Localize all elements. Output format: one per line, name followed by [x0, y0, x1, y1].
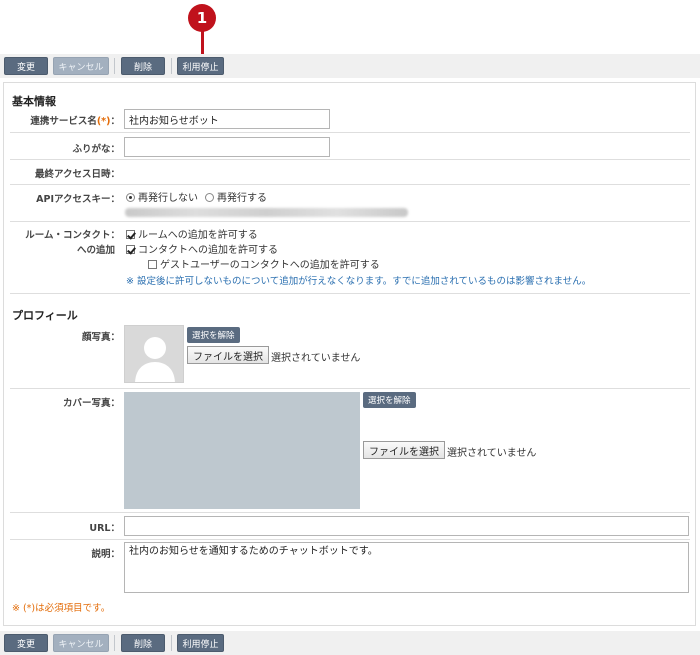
allow-room-label: ルームへの追加を許可する — [138, 230, 258, 241]
toolbar-divider — [114, 58, 115, 74]
divider — [10, 184, 690, 185]
checkbox-checked[interactable] — [126, 230, 135, 239]
face-photo-label: 顔写真： — [81, 332, 120, 343]
delete-button-bottom[interactable]: 削除 — [121, 634, 165, 652]
change-button-bottom[interactable]: 変更 — [4, 634, 48, 652]
divider — [10, 388, 690, 389]
url-input[interactable] — [124, 516, 689, 536]
divider — [10, 293, 690, 294]
permission-note: ※ 設定後に許可しないものについて追加が行えなくなります。すでに追加されているも… — [126, 276, 592, 287]
service-name-label-text: 連携サービス名 — [30, 116, 97, 127]
allow-contact-label: コンタクトへの追加を許可する — [138, 245, 278, 256]
checkbox-unchecked[interactable] — [148, 260, 157, 269]
face-deselect-button[interactable]: 選択を解除 — [187, 327, 240, 343]
description-textarea[interactable]: 社内のお知らせを通知するためのチャットボットです。 — [124, 542, 689, 593]
avatar-placeholder — [124, 325, 184, 383]
toolbar-divider — [171, 58, 172, 74]
change-button-top[interactable]: 変更 — [4, 57, 48, 75]
cover-file-status: 選択されていません — [447, 448, 537, 459]
allow-contact-option[interactable]: コンタクトへの追加を許可する — [126, 241, 278, 256]
cancel-button-top[interactable]: キャンセル — [53, 57, 109, 75]
api-no-reissue-option[interactable]: 再発行しない — [126, 189, 198, 204]
suspend-button-bottom[interactable]: 利用停止 — [177, 634, 224, 652]
person-icon — [125, 326, 183, 382]
callout-marker: 1 — [188, 4, 218, 63]
allow-room-option[interactable]: ルームへの追加を許可する — [126, 226, 258, 241]
cover-choose-file-button[interactable]: ファイルを選択 — [363, 441, 445, 459]
service-name-input[interactable] — [124, 109, 330, 129]
divider — [10, 132, 690, 133]
required-fields-note: ※ (*)は必須項目です。 — [12, 603, 111, 614]
callout-badge: 1 — [188, 4, 216, 32]
radio-unselected[interactable] — [205, 193, 214, 202]
cancel-button-bottom[interactable]: キャンセル — [53, 634, 109, 652]
checkbox-checked[interactable] — [126, 245, 135, 254]
description-label: 説明： — [91, 549, 120, 560]
room-contact-label-line2: への追加 — [76, 245, 115, 256]
furigana-input[interactable] — [124, 137, 330, 157]
cover-photo-placeholder — [124, 392, 360, 509]
api-key-redacted — [125, 208, 408, 217]
divider — [10, 159, 690, 160]
last-access-label: 最終アクセス日時： — [34, 169, 120, 180]
toolbar-divider — [171, 635, 172, 651]
divider — [10, 221, 690, 222]
api-reissue-option[interactable]: 再発行する — [205, 189, 267, 204]
radio-selected[interactable] — [126, 193, 135, 202]
face-choose-file-button[interactable]: ファイルを選択 — [187, 346, 269, 364]
room-contact-label: ルーム・コンタクト： — [25, 230, 120, 241]
allow-guest-label: ゲストユーザーのコンタクトへの追加を許可する — [160, 260, 380, 271]
url-label: URL： — [89, 523, 120, 534]
service-name-label: 連携サービス名(*)： — [30, 116, 120, 127]
cover-deselect-button[interactable]: 選択を解除 — [363, 392, 416, 408]
cover-photo-label: カバー写真： — [62, 398, 120, 409]
furigana-label: ふりがな： — [72, 144, 120, 155]
required-mark: (*) — [96, 116, 111, 127]
suspend-button-top[interactable]: 利用停止 — [177, 57, 224, 75]
profile-heading: プロフィール — [12, 309, 78, 322]
divider — [10, 539, 690, 540]
api-key-label: APIアクセスキー： — [36, 194, 120, 205]
allow-guest-option[interactable]: ゲストユーザーのコンタクトへの追加を許可する — [148, 256, 380, 271]
divider — [10, 512, 690, 513]
api-no-reissue-label: 再発行しない — [138, 193, 198, 204]
delete-button-top[interactable]: 削除 — [121, 57, 165, 75]
face-file-status: 選択されていません — [271, 353, 361, 364]
api-reissue-label: 再発行する — [217, 193, 267, 204]
basic-info-heading: 基本情報 — [12, 95, 56, 108]
toolbar-divider — [114, 635, 115, 651]
